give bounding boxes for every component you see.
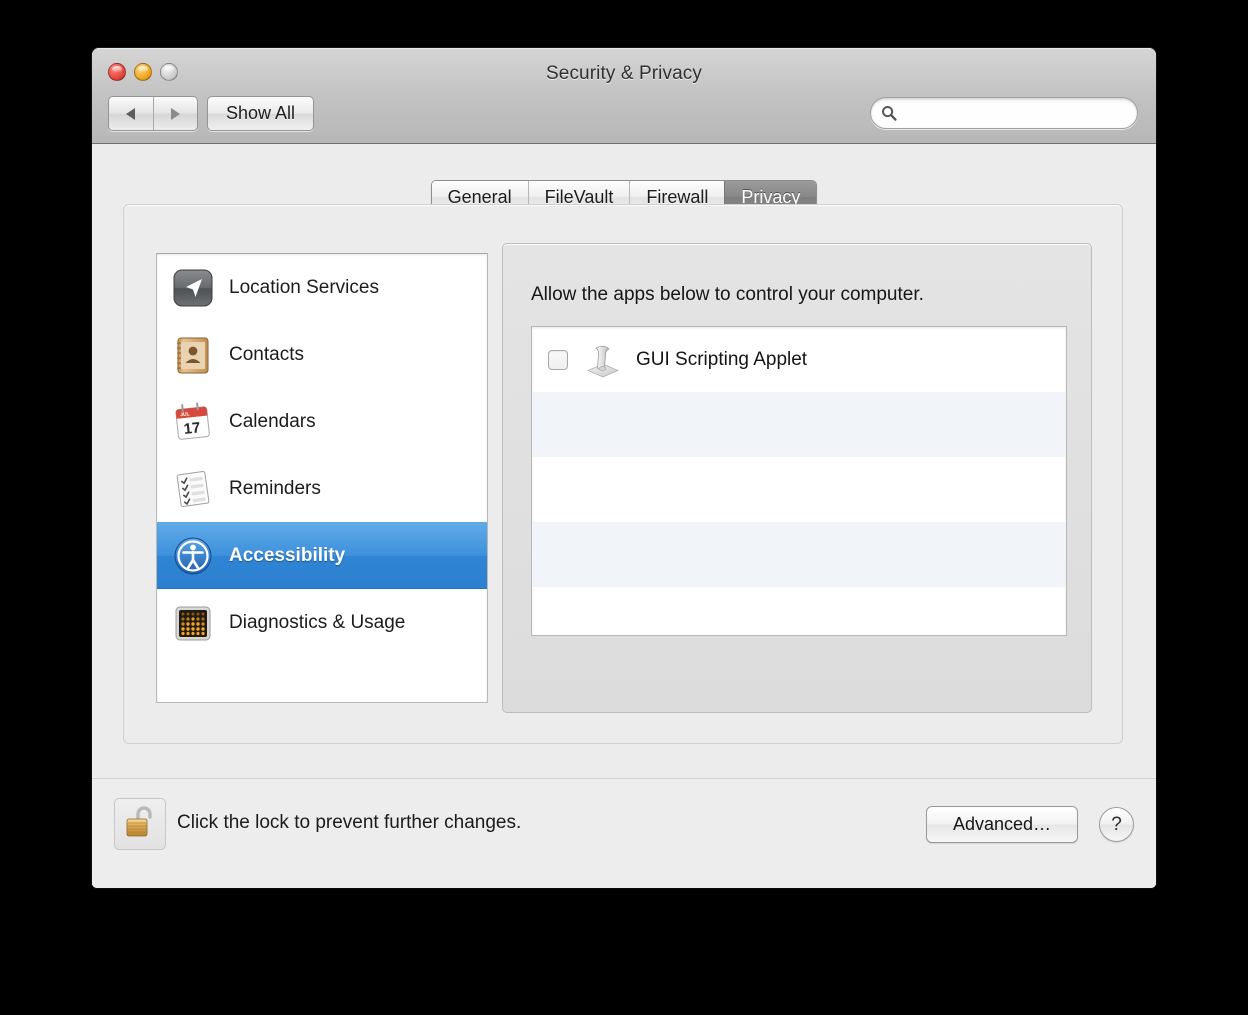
app-name-label: GUI Scripting Applet [636, 349, 807, 371]
sidebar-item-contacts-label: Contacts [229, 344, 304, 366]
sidebar-item-reminders-label: Reminders [229, 478, 321, 500]
lock-status-text: Click the lock to prevent further change… [177, 812, 521, 834]
sidebar-item-accessibility-label: Accessibility [229, 545, 345, 567]
navigation-buttons [108, 96, 198, 131]
forward-button[interactable] [153, 97, 198, 130]
search-input[interactable] [903, 105, 1127, 122]
calendar-month-label: JUL [180, 411, 190, 418]
accessibility-icon [171, 534, 215, 578]
sidebar-item-calendars[interactable]: JUL 17 Calendars [157, 388, 487, 455]
advanced-button-label: Advanced… [953, 814, 1051, 835]
window-body: General FileVault Firewall Privacy [92, 144, 1156, 888]
window-footer: Click the lock to prevent further change… [92, 778, 1156, 888]
sidebar-item-reminders[interactable]: Reminders [157, 455, 487, 522]
location-arrow-icon [171, 266, 215, 310]
app-list-empty-row [532, 522, 1066, 587]
show-all-button[interactable]: Show All [207, 96, 314, 131]
applescript-icon [582, 339, 624, 381]
allow-apps-description: Allow the apps below to control your com… [531, 284, 924, 306]
checklist-icon [171, 467, 215, 511]
show-all-label: Show All [226, 103, 295, 124]
chevron-right-icon [171, 108, 180, 120]
search-field[interactable] [870, 97, 1138, 129]
window-titlebar: Security & Privacy Show All [92, 48, 1156, 144]
privacy-content-panel: Location Services [123, 204, 1123, 744]
led-matrix-icon [171, 601, 215, 645]
advanced-button[interactable]: Advanced… [926, 806, 1078, 843]
app-enable-checkbox[interactable] [548, 350, 568, 370]
privacy-category-list[interactable]: Location Services [156, 253, 488, 703]
calendar-icon: JUL 17 [171, 400, 215, 444]
app-list-empty-row [532, 457, 1066, 522]
accessibility-detail-panel: Allow the apps below to control your com… [502, 243, 1092, 713]
sidebar-item-diagnostics-usage-label: Diagnostics & Usage [229, 612, 405, 634]
address-book-icon [171, 333, 215, 377]
calendar-day-label: 17 [183, 419, 201, 438]
security-privacy-window: Security & Privacy Show All G [92, 48, 1156, 888]
help-button[interactable]: ? [1099, 807, 1134, 842]
lock-toggle-button[interactable] [114, 798, 166, 850]
sidebar-item-location-services-label: Location Services [229, 277, 379, 299]
app-list-empty-row [532, 587, 1066, 636]
back-button[interactable] [109, 97, 153, 130]
window-title: Security & Privacy [92, 63, 1156, 85]
allowed-apps-list[interactable]: GUI Scripting Applet [531, 326, 1067, 636]
app-list-empty-row [532, 392, 1066, 457]
sidebar-item-contacts[interactable]: Contacts [157, 321, 487, 388]
open-padlock-icon [123, 804, 157, 845]
sidebar-item-calendars-label: Calendars [229, 411, 316, 433]
sidebar-item-accessibility[interactable]: Accessibility [157, 522, 487, 589]
sidebar-item-diagnostics-usage[interactable]: Diagnostics & Usage [157, 589, 487, 656]
sidebar-item-location-services[interactable]: Location Services [157, 254, 487, 321]
search-icon [881, 105, 897, 121]
chevron-left-icon [126, 108, 135, 120]
app-list-row[interactable]: GUI Scripting Applet [532, 327, 1066, 392]
help-button-label: ? [1111, 814, 1122, 836]
